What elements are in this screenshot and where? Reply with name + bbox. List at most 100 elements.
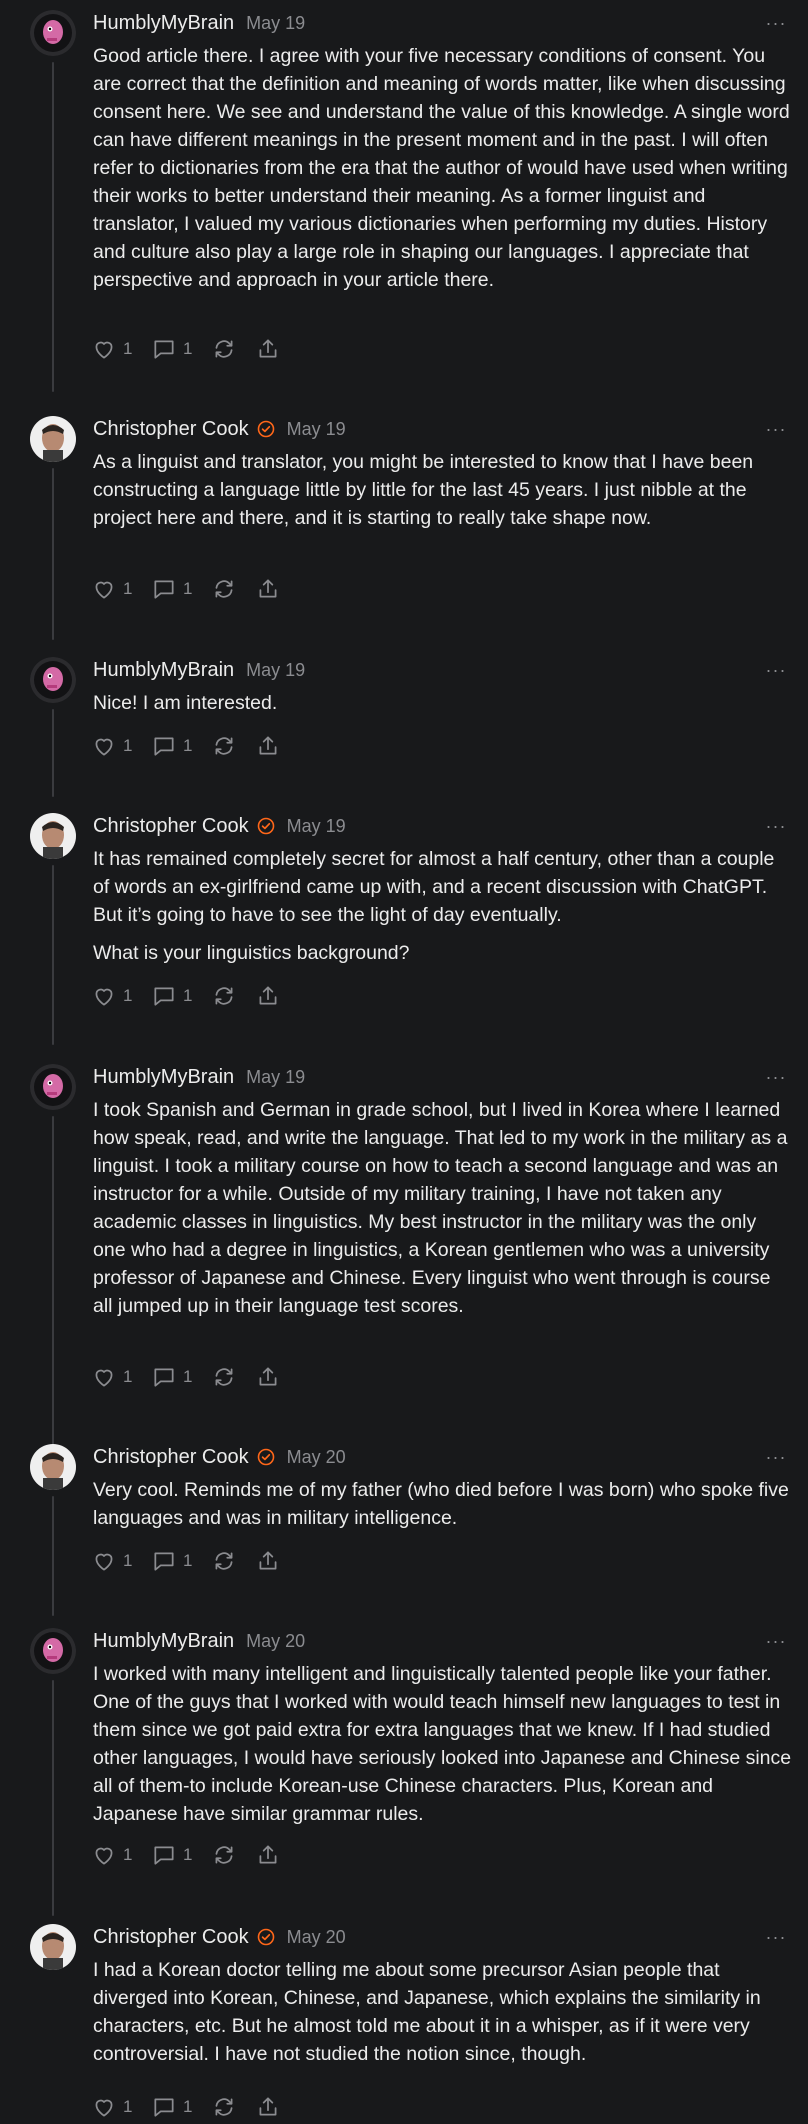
share-button[interactable] <box>255 983 281 1009</box>
comment-date[interactable]: May 19 <box>287 816 346 837</box>
author-name[interactable]: Christopher Cook <box>93 815 249 838</box>
author-name[interactable]: Christopher Cook <box>93 418 249 441</box>
verified-badge-icon <box>257 1448 275 1466</box>
like-button[interactable]: 1 <box>91 1364 133 1390</box>
comment-actions: 1 1 <box>91 1546 299 1576</box>
avatar[interactable] <box>30 1064 76 1110</box>
comment-date[interactable]: May 19 <box>246 13 305 34</box>
share-button[interactable] <box>255 733 281 759</box>
comment-date[interactable]: May 19 <box>287 419 346 440</box>
share-button[interactable] <box>255 2094 281 2120</box>
author-name[interactable]: HumblyMyBrain <box>93 1630 234 1653</box>
author-name[interactable]: Christopher Cook <box>93 1446 249 1469</box>
comment-paragraph: Good article there. I agree with your fi… <box>93 45 790 291</box>
like-button[interactable]: 1 <box>91 336 133 362</box>
more-options-icon[interactable]: ··· <box>764 12 788 34</box>
reply-count: 1 <box>183 736 193 755</box>
avatar[interactable] <box>30 657 76 703</box>
avatar[interactable] <box>30 416 76 462</box>
reply-button[interactable]: 1 <box>151 1364 193 1390</box>
restack-button[interactable] <box>211 983 237 1009</box>
like-count: 1 <box>123 579 133 598</box>
more-options-icon[interactable]: ··· <box>764 1630 788 1652</box>
comment-date[interactable]: May 19 <box>246 1067 305 1088</box>
reply-count: 1 <box>183 986 193 1005</box>
restack-button[interactable] <box>211 1548 237 1574</box>
restack-icon <box>215 1552 233 1570</box>
more-options-icon[interactable]: ··· <box>764 1446 788 1468</box>
reply-button[interactable]: 1 <box>151 336 193 362</box>
like-count: 1 <box>123 986 133 1005</box>
more-options-icon[interactable]: ··· <box>764 659 788 681</box>
heart-icon <box>95 1369 113 1387</box>
heart-icon <box>95 988 113 1006</box>
share-button[interactable] <box>255 576 281 602</box>
more-options-icon[interactable]: ··· <box>764 1926 788 1948</box>
heart-icon <box>95 1553 113 1571</box>
author-name[interactable]: HumblyMyBrain <box>93 12 234 35</box>
thread-line <box>52 865 54 1045</box>
like-button[interactable]: 1 <box>91 576 133 602</box>
comment-actions: 1 1 <box>91 1362 299 1392</box>
thread-line <box>52 1496 54 1616</box>
share-button[interactable] <box>255 1842 281 1868</box>
restack-icon <box>215 2098 233 2116</box>
like-button[interactable]: 1 <box>91 2094 133 2120</box>
comment-date[interactable]: May 20 <box>287 1927 346 1948</box>
author-name[interactable]: HumblyMyBrain <box>93 1066 234 1089</box>
avatar[interactable] <box>30 1444 76 1490</box>
restack-button[interactable] <box>211 336 237 362</box>
comment-icon <box>154 1368 174 1387</box>
comment-thread: HumblyMyBrain May 19 ··· Good article th… <box>0 0 808 2124</box>
like-count: 1 <box>123 2097 133 2116</box>
avatar[interactable] <box>30 813 76 859</box>
like-button[interactable]: 1 <box>91 983 133 1009</box>
reply-button[interactable]: 1 <box>151 1548 193 1574</box>
comment-header: HumblyMyBrain May 19 ··· <box>93 1064 788 1090</box>
heart-icon <box>95 2099 113 2117</box>
restack-icon <box>215 987 233 1005</box>
like-count: 1 <box>123 736 133 755</box>
restack-button[interactable] <box>211 1842 237 1868</box>
more-options-icon[interactable]: ··· <box>764 418 788 440</box>
comment-body: Good article there. I agree with your fi… <box>93 42 793 304</box>
share-button[interactable] <box>255 336 281 362</box>
like-button[interactable]: 1 <box>91 1842 133 1868</box>
comment-header: HumblyMyBrain May 19 ··· <box>93 657 788 683</box>
more-options-icon[interactable]: ··· <box>764 815 788 837</box>
comment-paragraph: As a linguist and translator, you might … <box>93 451 754 529</box>
share-button[interactable] <box>255 1548 281 1574</box>
share-icon <box>259 339 277 358</box>
comment-date[interactable]: May 20 <box>246 1631 305 1652</box>
reply-button[interactable]: 1 <box>151 733 193 759</box>
verified-badge-icon <box>257 1928 275 1946</box>
reply-button[interactable]: 1 <box>151 1842 193 1868</box>
author-name[interactable]: HumblyMyBrain <box>93 659 234 682</box>
avatar[interactable] <box>30 10 76 56</box>
author-name[interactable]: Christopher Cook <box>93 1926 249 1949</box>
like-button[interactable]: 1 <box>91 1548 133 1574</box>
reply-button[interactable]: 1 <box>151 983 193 1009</box>
share-button[interactable] <box>255 1364 281 1390</box>
avatar[interactable] <box>30 1628 76 1674</box>
comment-body: I had a Korean doctor telling me about s… <box>93 1956 793 2078</box>
share-icon <box>259 986 277 1005</box>
thread-line <box>52 709 54 797</box>
restack-button[interactable] <box>211 733 237 759</box>
restack-button[interactable] <box>211 576 237 602</box>
reply-button[interactable]: 1 <box>151 576 193 602</box>
like-button[interactable]: 1 <box>91 733 133 759</box>
share-icon <box>259 1367 277 1386</box>
comment-paragraph: Nice! I am interested. <box>93 692 278 714</box>
comment-paragraph: I took Spanish and German in grade schoo… <box>93 1099 788 1317</box>
restack-button[interactable] <box>211 1364 237 1390</box>
like-count: 1 <box>123 1551 133 1570</box>
restack-button[interactable] <box>211 2094 237 2120</box>
heart-icon <box>95 341 113 359</box>
avatar[interactable] <box>30 1924 76 1970</box>
comment-date[interactable]: May 19 <box>246 660 305 681</box>
reply-button[interactable]: 1 <box>151 2094 193 2120</box>
verified-badge-icon <box>257 817 275 835</box>
comment-date[interactable]: May 20 <box>287 1447 346 1468</box>
more-options-icon[interactable]: ··· <box>764 1066 788 1088</box>
